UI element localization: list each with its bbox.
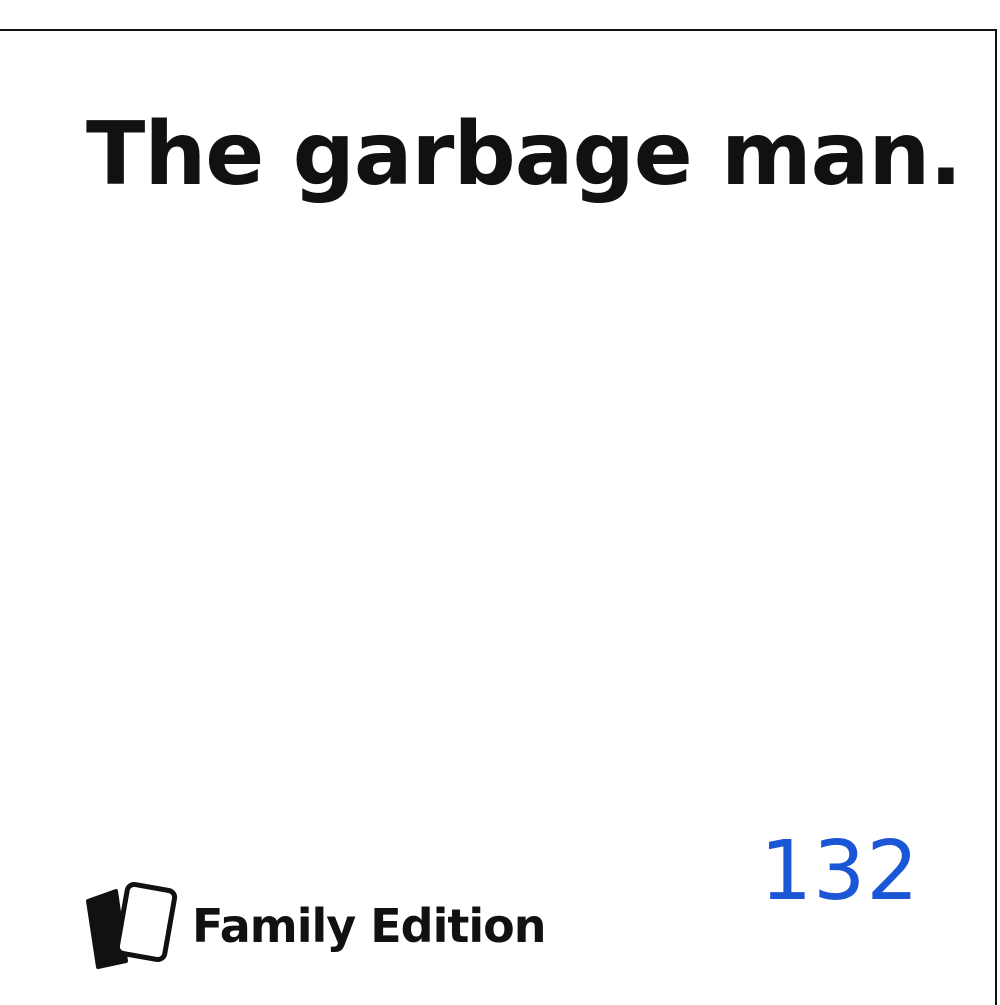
card-number: 132 <box>760 824 920 919</box>
game-card: The garbage man. Family Edition 132 <box>0 29 997 1005</box>
card-text: The garbage man. <box>86 103 962 205</box>
cards-icon <box>86 881 178 969</box>
brand-name: Family Edition <box>192 899 546 953</box>
brand-logo: Family Edition <box>86 881 546 971</box>
